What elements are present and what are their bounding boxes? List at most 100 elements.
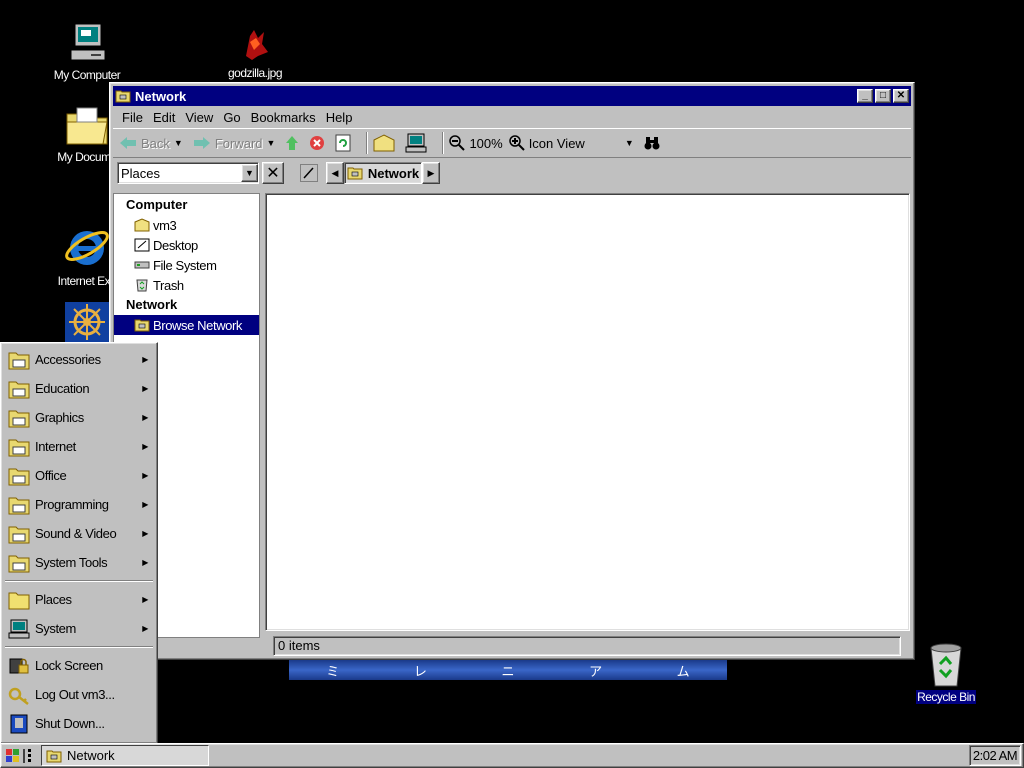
window-titlebar[interactable]: Network _ □ ✕	[113, 86, 911, 106]
toolbar-separator	[366, 132, 369, 154]
sidebar-item-label: Desktop	[153, 237, 198, 253]
computer-button[interactable]	[405, 133, 431, 153]
folder-icon	[66, 107, 108, 145]
view-mode-dropdown[interactable]: ▼	[625, 138, 634, 148]
menu-item-label: Lock Screen	[35, 658, 103, 673]
start-button[interactable]	[3, 745, 37, 766]
zoom-in-button[interactable]: Icon View	[508, 135, 621, 151]
sidebar-item-desktop[interactable]: Desktop	[114, 235, 259, 255]
toolbar-separator	[442, 132, 445, 154]
banner-glyph: ア	[589, 664, 603, 680]
menu-item-graphics[interactable]: Graphics ▶	[3, 403, 155, 432]
desktop-icon-my-computer[interactable]: My Computer	[42, 22, 132, 82]
menu-item-label: Programming	[35, 497, 109, 512]
wallpaper-banner: ミ レ ニ ア ム	[289, 660, 727, 680]
shutdown-icon	[10, 714, 28, 733]
program-folder-icon	[8, 555, 30, 572]
stop-button[interactable]	[309, 135, 329, 151]
menu-item-shut-down[interactable]: Shut Down...	[3, 709, 155, 738]
program-folder-icon	[8, 497, 30, 514]
menu-item-internet[interactable]: Internet ▶	[3, 432, 155, 461]
reload-button[interactable]	[335, 134, 355, 152]
program-folder-icon	[8, 352, 30, 369]
chevron-right-icon: ▶	[142, 355, 148, 364]
menu-item-label: Graphics	[35, 410, 84, 425]
zoom-out-button[interactable]: 100%	[449, 135, 503, 151]
up-button[interactable]	[285, 135, 303, 151]
menu-item-places[interactable]: Places ▶	[3, 585, 155, 614]
taskbar-button-network[interactable]: Network	[41, 745, 209, 766]
file-view-pane[interactable]	[265, 193, 910, 631]
view-mode-label: Icon View	[528, 135, 585, 151]
menu-item-label: Accessories	[35, 352, 101, 367]
menu-item-system-tools[interactable]: System Tools ▶	[3, 548, 155, 577]
edit-location-button[interactable]	[298, 162, 320, 184]
menu-item-label: System Tools	[35, 555, 108, 570]
path-scroll-right-button[interactable]: ▶	[422, 162, 440, 184]
desktop-icon-godzilla[interactable]: godzilla.jpg	[210, 26, 300, 80]
search-button[interactable]	[644, 136, 664, 150]
minimize-button[interactable]: _	[857, 89, 873, 103]
chevron-right-icon: ▶	[142, 384, 148, 393]
menu-edit[interactable]: Edit	[148, 110, 180, 125]
path-scroll-left-button[interactable]: ◀	[326, 162, 344, 184]
back-history-dropdown[interactable]: ▼	[174, 138, 183, 148]
forward-button[interactable]: Forward	[193, 136, 263, 151]
desktop-icon	[134, 238, 150, 252]
sidebar-item-label: Trash	[153, 277, 184, 293]
program-folder-icon	[8, 526, 30, 543]
window-title: Network	[135, 88, 187, 104]
clock[interactable]: 2:02 AM	[969, 745, 1021, 766]
close-sidebar-button[interactable]: ✕	[262, 162, 284, 184]
network-folder-icon	[115, 90, 131, 103]
menu-item-lock-screen[interactable]: Lock Screen	[3, 651, 155, 680]
menu-item-label: System	[35, 621, 76, 636]
menu-item-accessories[interactable]: Accessories ▶	[3, 345, 155, 374]
path-button-network[interactable]: Network	[344, 162, 422, 184]
chevron-right-icon: ▶	[142, 595, 148, 604]
menu-view[interactable]: View	[180, 110, 218, 125]
menu-item-label: Log Out vm3...	[35, 687, 115, 702]
menu-separator	[5, 646, 153, 648]
menu-item-office[interactable]: Office ▶	[3, 461, 155, 490]
zoom-level[interactable]: 100%	[469, 136, 502, 151]
program-folder-icon	[8, 410, 30, 427]
menu-item-programming[interactable]: Programming ▶	[3, 490, 155, 519]
stop-icon	[310, 136, 325, 150]
menu-bookmarks[interactable]: Bookmarks	[246, 110, 321, 125]
places-combo[interactable]: Places ▼	[117, 162, 259, 184]
home-button[interactable]	[373, 134, 399, 152]
taskbar-button-label: Network	[67, 748, 115, 763]
trash-icon	[136, 279, 148, 292]
recycle-bin-icon	[930, 643, 962, 687]
forward-history-dropdown[interactable]: ▼	[267, 138, 276, 148]
chevron-down-icon[interactable]: ▼	[241, 164, 258, 182]
sidebar-heading-network: Network	[126, 297, 178, 312]
computer-icon	[405, 133, 427, 153]
sidebar-item-trash[interactable]: Trash	[114, 275, 259, 295]
sidebar-item-browse-network[interactable]: Browse Network	[114, 315, 259, 335]
home-folder-icon	[134, 218, 150, 232]
chevron-right-icon: ▶	[142, 442, 148, 451]
maximize-button[interactable]: □	[875, 89, 891, 103]
sidebar-item-vm3[interactable]: vm3	[114, 215, 259, 235]
menu-item-sound-video[interactable]: Sound & Video ▶	[3, 519, 155, 548]
menu-bar: File Edit View Go Bookmarks Help	[113, 106, 911, 128]
menu-go[interactable]: Go	[218, 110, 245, 125]
close-button[interactable]: ✕	[893, 89, 909, 103]
chevron-right-icon: ▶	[142, 624, 148, 633]
menu-file[interactable]: File	[117, 110, 148, 125]
menu-item-label: Office	[35, 468, 67, 483]
zoom-out-icon	[449, 135, 466, 151]
menu-item-system[interactable]: System ▶	[3, 614, 155, 643]
taskbar: Network 2:02 AM	[0, 743, 1024, 768]
menu-help[interactable]: Help	[321, 110, 358, 125]
sidebar-item-file-system[interactable]: File System	[114, 255, 259, 275]
menu-item-log-out[interactable]: Log Out vm3...	[3, 680, 155, 709]
menu-item-label: Shut Down...	[35, 716, 105, 731]
menu-item-education[interactable]: Education ▶	[3, 374, 155, 403]
program-folder-icon	[8, 439, 30, 456]
back-button[interactable]: Back	[119, 136, 170, 151]
image-file-icon	[246, 30, 268, 60]
binoculars-icon	[644, 137, 660, 150]
